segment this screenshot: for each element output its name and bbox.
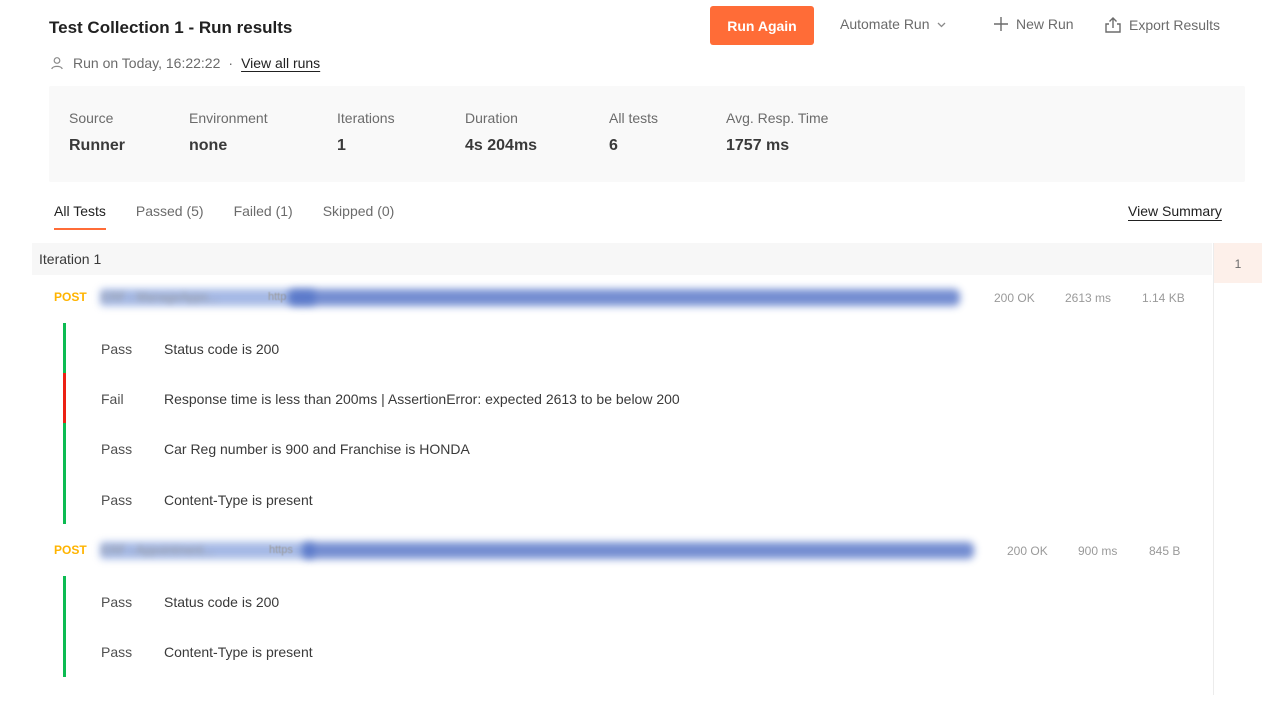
pass-indicator (63, 576, 66, 677)
tab-passed[interactable]: Passed (5) (136, 203, 204, 230)
stat-label: All tests (609, 110, 659, 126)
page-title: Test Collection 1 - Run results (49, 18, 293, 37)
tab-all-tests[interactable]: All Tests (54, 203, 106, 230)
iteration-rail-divider (1213, 243, 1214, 695)
run-again-button[interactable]: Run Again (710, 6, 814, 45)
request-url: http (268, 291, 287, 303)
test-name: Content-Type is present (164, 492, 313, 508)
test-status: Pass (101, 492, 133, 508)
test-result: Fail Response time is less than 200ms | A… (101, 391, 680, 407)
request-row[interactable]: POST ERF - Appointment... https 200 OK 9… (54, 540, 1194, 562)
request-row[interactable]: POST ERF - ManageAppo... http 200 OK 261… (54, 287, 1194, 309)
run-timestamp: Run on Today, 16:22:22 (73, 55, 221, 71)
automate-run-button[interactable]: Automate Run (840, 16, 947, 32)
response-status: 200 OK (1007, 544, 1048, 558)
stat-duration: Duration 4s 204ms (465, 110, 537, 155)
test-name: Content-Type is present (164, 644, 313, 660)
export-icon (1105, 17, 1121, 33)
response-time: 900 ms (1078, 544, 1118, 558)
iteration-label: Iteration 1 (39, 251, 102, 267)
request-method: POST (54, 543, 87, 557)
tab-skipped[interactable]: Skipped (0) (323, 203, 395, 230)
test-name: Status code is 200 (164, 341, 280, 357)
request-name: ERF - ManageAppo... (102, 290, 219, 304)
chevron-down-icon (937, 22, 945, 27)
tab-failed[interactable]: Failed (1) (234, 203, 293, 230)
export-results-label: Export Results (1129, 17, 1221, 33)
stat-label: Duration (465, 110, 518, 126)
separator-dot: · (228, 55, 234, 71)
plus-icon (994, 17, 1008, 31)
test-name: Response time is less than 200ms | Asser… (164, 391, 680, 407)
fail-indicator (63, 373, 66, 423)
automate-run-label: Automate Run (840, 16, 930, 32)
test-status: Pass (101, 341, 133, 357)
stat-value: 4s 204ms (465, 137, 538, 154)
pass-indicator (63, 323, 66, 373)
stat-source: Source Runner (69, 110, 125, 155)
pass-indicator (63, 423, 66, 524)
request-name: ERF - Appointment... (102, 543, 214, 557)
iteration-jump-1[interactable]: 1 (1214, 243, 1262, 283)
stat-value: 1757 ms (726, 137, 790, 154)
request-url: https (269, 544, 293, 556)
stat-environment: Environment none (189, 110, 268, 155)
stat-all-tests: All tests 6 (609, 110, 658, 155)
stat-value: Runner (69, 137, 125, 154)
run-summary-panel: Source Runner Environment none Iteration… (49, 86, 1245, 182)
test-name: Car Reg number is 900 and Franchise is H… (164, 441, 470, 457)
test-status: Pass (101, 594, 133, 610)
export-results-button[interactable]: Export Results (1104, 16, 1220, 34)
iteration-header: Iteration 1 (32, 243, 1212, 275)
test-status: Fail (101, 391, 124, 407)
test-result: Pass Content-Type is present (101, 644, 313, 660)
stat-value: 1 (337, 137, 346, 154)
stat-avg-resp-time: Avg. Resp. Time 1757 ms (726, 110, 828, 155)
new-run-label: New Run (1016, 16, 1074, 32)
view-all-runs-link[interactable]: View all runs (241, 55, 320, 71)
user-icon (51, 57, 63, 70)
response-time: 2613 ms (1065, 291, 1112, 305)
result-filter-tabs: All Tests Passed (5) Failed (1) Skipped … (54, 203, 424, 230)
run-info: Run on Today, 16:22:22 · View all runs (50, 55, 320, 71)
response-size: 845 B (1149, 544, 1181, 558)
test-status: Pass (101, 441, 133, 457)
stat-label: Iterations (337, 110, 395, 126)
stat-label: Avg. Resp. Time (726, 110, 829, 126)
test-name: Status code is 200 (164, 594, 280, 610)
test-result: Pass Status code is 200 (101, 594, 279, 610)
test-status: Pass (101, 644, 133, 660)
test-result: Pass Status code is 200 (101, 341, 279, 357)
request-url-redaction (288, 289, 960, 306)
response-status: 200 OK (994, 291, 1035, 305)
request-url-redaction (302, 542, 974, 559)
request-method: POST (54, 290, 87, 304)
stat-label: Environment (189, 110, 268, 126)
stat-value: 6 (609, 137, 618, 154)
response-size: 1.14 KB (1142, 291, 1185, 305)
test-result: Pass Content-Type is present (101, 492, 313, 508)
stat-label: Source (69, 110, 114, 126)
view-summary-link[interactable]: View Summary (1128, 203, 1222, 219)
stat-value: none (189, 137, 228, 154)
stat-iterations: Iterations 1 (337, 110, 395, 155)
test-result: Pass Car Reg number is 900 and Franchise … (101, 441, 470, 457)
new-run-button[interactable]: New Run (993, 16, 1074, 32)
